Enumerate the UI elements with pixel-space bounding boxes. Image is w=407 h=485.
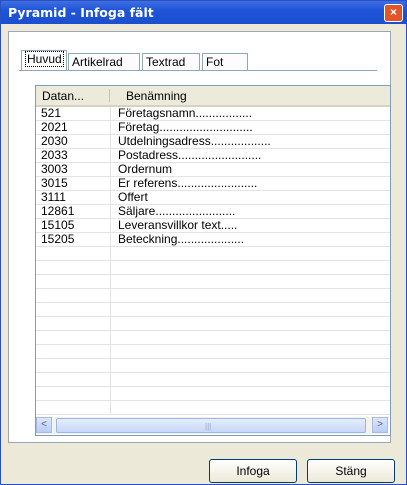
tab-label: Textrad [146, 55, 186, 69]
cell-name: Utdelningsadress.................. [118, 134, 271, 148]
field-list[interactable]: Datan... Benämning 521 Företagsnamn......… [35, 85, 391, 436]
scroll-right-icon[interactable]: > [372, 417, 388, 433]
tab-fot[interactable]: Fot [202, 53, 248, 70]
column-header-name[interactable]: Benämning [126, 89, 187, 103]
tab-textrad[interactable]: Textrad [142, 53, 200, 70]
dialog-window: Pyramid - Infoga fält × Huvud Artikelrad… [0, 0, 407, 485]
cell-id: 3003 [41, 162, 68, 176]
tab-huvud[interactable]: Huvud [21, 50, 67, 71]
empty-row [36, 387, 390, 401]
close-icon[interactable]: × [384, 4, 403, 22]
empty-row [36, 289, 390, 303]
cell-name: Leveransvillkor text..... [118, 218, 238, 232]
empty-row [36, 345, 390, 359]
cell-id: 2021 [41, 120, 68, 134]
close-button[interactable]: Stäng [307, 459, 395, 483]
window-title: Pyramid - Infoga fält [8, 5, 154, 20]
tab-artikelrad[interactable]: Artikelrad [68, 53, 140, 70]
tab-label: Huvud [25, 51, 64, 67]
cell-name: Offert [118, 190, 148, 204]
empty-row [36, 261, 390, 275]
table-row[interactable]: 15205 Beteckning.................... [36, 233, 390, 247]
empty-row [36, 359, 390, 373]
cell-id: 2030 [41, 134, 68, 148]
table-row[interactable]: 15105 Leveransvillkor text..... [36, 219, 390, 233]
table-row[interactable]: 521 Företagsnamn................. [36, 107, 390, 121]
header-separator[interactable] [109, 89, 110, 102]
scroll-left-icon[interactable]: < [36, 417, 52, 433]
cell-name: Företag............................ [118, 120, 253, 134]
cell-id: 2033 [41, 148, 68, 162]
cell-id: 12861 [41, 204, 75, 218]
grip-icon: ||| [205, 422, 212, 431]
cell-name: Beteckning.................... [118, 232, 245, 246]
cell-name: Ordernum [118, 162, 173, 176]
scroll-thumb[interactable]: ||| [56, 418, 366, 433]
cell-id: 15205 [41, 232, 75, 246]
empty-row [36, 331, 390, 345]
cell-id: 3015 [41, 176, 68, 190]
table-row[interactable]: 3111 Offert [36, 191, 390, 205]
cell-id: 3111 [41, 190, 66, 204]
table-row[interactable]: 2033 Postadress......................... [36, 149, 390, 163]
empty-row [36, 275, 390, 289]
cell-name: Företagsnamn................. [118, 106, 253, 120]
insert-button[interactable]: Infoga [209, 459, 297, 483]
empty-row [36, 303, 390, 317]
tab-label: Fot [206, 55, 224, 69]
cell-id: 15105 [41, 218, 75, 232]
empty-row [36, 317, 390, 331]
table-row[interactable]: 3015 Er referens........................ [36, 177, 390, 191]
empty-row [36, 373, 390, 387]
list-header: Datan... Benämning [36, 86, 390, 107]
horizontal-scrollbar[interactable]: < ||| > [36, 417, 388, 434]
table-row[interactable]: 2030 Utdelningsadress.................. [36, 135, 390, 149]
cell-name: Postadress......................... [118, 148, 262, 162]
tab-divider [19, 70, 377, 71]
table-row[interactable]: 12861 Säljare........................ [36, 205, 390, 219]
cell-name: Säljare........................ [118, 204, 236, 218]
column-header-id[interactable]: Datan... [42, 89, 84, 103]
table-row[interactable]: 3003 Ordernum [36, 163, 390, 177]
cell-id: 521 [41, 106, 62, 120]
table-row[interactable]: 2021 Företag............................ [36, 121, 390, 135]
title-bar[interactable]: Pyramid - Infoga fält × [1, 1, 406, 24]
tab-label: Artikelrad [72, 55, 123, 69]
empty-row [36, 247, 390, 261]
empty-row [36, 401, 390, 415]
cell-name: Er referens........................ [118, 176, 258, 190]
